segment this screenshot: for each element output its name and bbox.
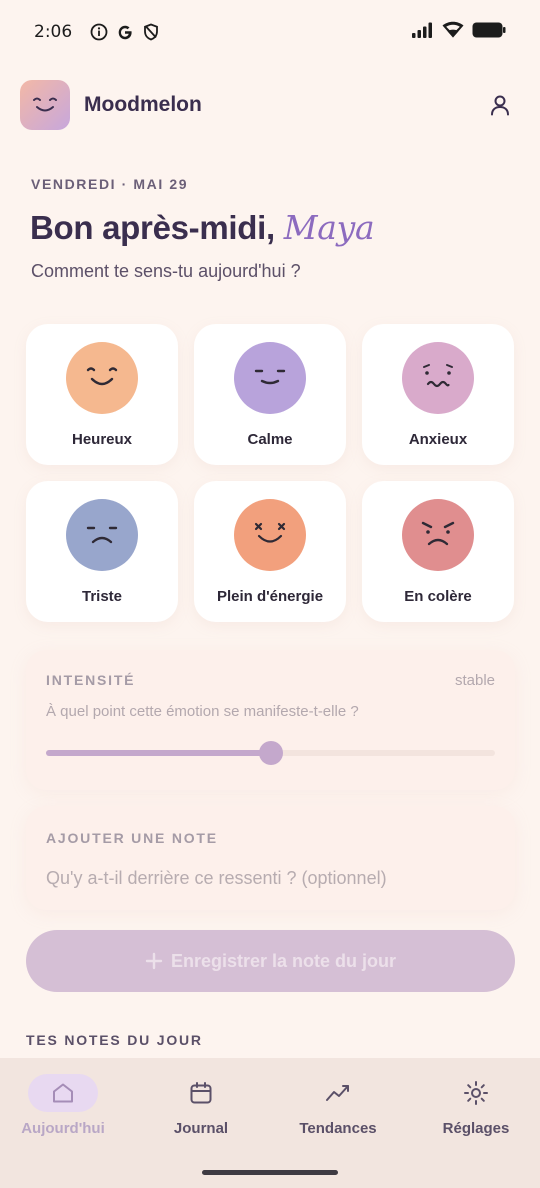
user-name: Maya <box>283 208 375 247</box>
intensity-card: INTENSITÉ stable À quel point cette émot… <box>26 650 515 790</box>
calendar-icon <box>166 1074 236 1112</box>
date-label: VENDREDI · MAI 29 <box>31 176 189 192</box>
battery-icon <box>472 22 506 43</box>
smiling-face-icon <box>33 97 57 112</box>
save-button-label: Enregistrer la note du jour <box>170 950 397 971</box>
intensity-slider[interactable] <box>46 741 495 765</box>
app-logo <box>20 80 70 130</box>
shield-icon <box>142 23 160 41</box>
note-card: AJOUTER UNE NOTE Qu'y a-t-il derrière ce… <box>26 806 515 910</box>
app-header: Moodmelon <box>20 80 520 130</box>
mood-label: Triste <box>81 588 123 605</box>
status-bar: 2:06 <box>0 0 540 64</box>
mood-card-heureux[interactable]: Heureux <box>26 324 178 465</box>
slider-fill <box>46 750 271 756</box>
google-icon <box>116 23 134 41</box>
nav-item-tendances[interactable]: Tendances <box>278 1074 398 1137</box>
greeting: Bon après-midi, Maya <box>30 208 375 247</box>
nav-item-reglages[interactable]: Réglages <box>416 1074 536 1137</box>
nav-item-journal[interactable]: Journal <box>141 1074 261 1137</box>
mood-card-triste[interactable]: Triste <box>26 481 178 622</box>
save-button[interactable]: Enregistrer la note du jour <box>26 930 515 992</box>
signal-icon <box>412 22 434 43</box>
sad-face-icon <box>66 499 138 571</box>
intensity-status: stable <box>454 672 495 689</box>
note-title: AJOUTER UNE NOTE <box>46 830 218 846</box>
intensity-question: À quel point cette émotion se manifeste-… <box>46 703 359 720</box>
nav-label: Réglages <box>442 1120 510 1137</box>
mood-label: En colère <box>404 588 472 605</box>
nav-label: Journal <box>173 1120 229 1137</box>
info-icon <box>90 23 108 41</box>
notes-section-title: TES NOTES DU JOUR <box>26 1032 203 1048</box>
plus-icon <box>145 952 163 970</box>
trend-icon <box>303 1074 373 1112</box>
energetic-face-icon <box>234 499 306 571</box>
home-indicator <box>202 1170 338 1175</box>
anxious-face-icon <box>402 342 474 414</box>
mood-card-anxieux[interactable]: Anxieux <box>362 324 514 465</box>
mood-card-plein-energie[interactable]: Plein d'énergie <box>194 481 346 622</box>
mood-card-en-colere[interactable]: En colère <box>362 481 514 622</box>
mood-card-calme[interactable]: Calme <box>194 324 346 465</box>
app-name: Moodmelon <box>84 93 202 116</box>
intensity-title: INTENSITÉ <box>46 672 136 688</box>
profile-button[interactable] <box>480 85 520 125</box>
user-icon <box>491 95 509 116</box>
mood-label: Anxieux <box>408 431 468 448</box>
home-icon <box>28 1074 98 1112</box>
wifi-icon <box>442 21 464 43</box>
mood-label: Calme <box>247 431 293 448</box>
mood-question: Comment te sens-tu aujourd'hui ? <box>31 261 301 281</box>
angry-face-icon <box>402 499 474 571</box>
bottom-nav: Aujourd'hui Journal Tendances Réglages <box>0 1058 540 1188</box>
status-time: 2:06 <box>34 22 73 42</box>
mood-label: Plein d'énergie <box>216 588 324 605</box>
nav-item-aujourdhui[interactable]: Aujourd'hui <box>3 1074 123 1137</box>
note-input[interactable]: Qu'y a-t-il derrière ce ressenti ? (opti… <box>46 868 387 889</box>
mood-grid: Heureux Calme Anxieux Triste Plein d'éne… <box>26 324 515 622</box>
happy-face-icon <box>66 342 138 414</box>
calm-face-icon <box>234 342 306 414</box>
greeting-text: Bon après-midi, <box>30 209 275 246</box>
nav-label: Aujourd'hui <box>21 1120 105 1137</box>
slider-thumb[interactable] <box>258 741 283 765</box>
mood-label: Heureux <box>71 431 133 448</box>
sun-gear-icon <box>441 1074 511 1112</box>
nav-label: Tendances <box>299 1120 377 1137</box>
